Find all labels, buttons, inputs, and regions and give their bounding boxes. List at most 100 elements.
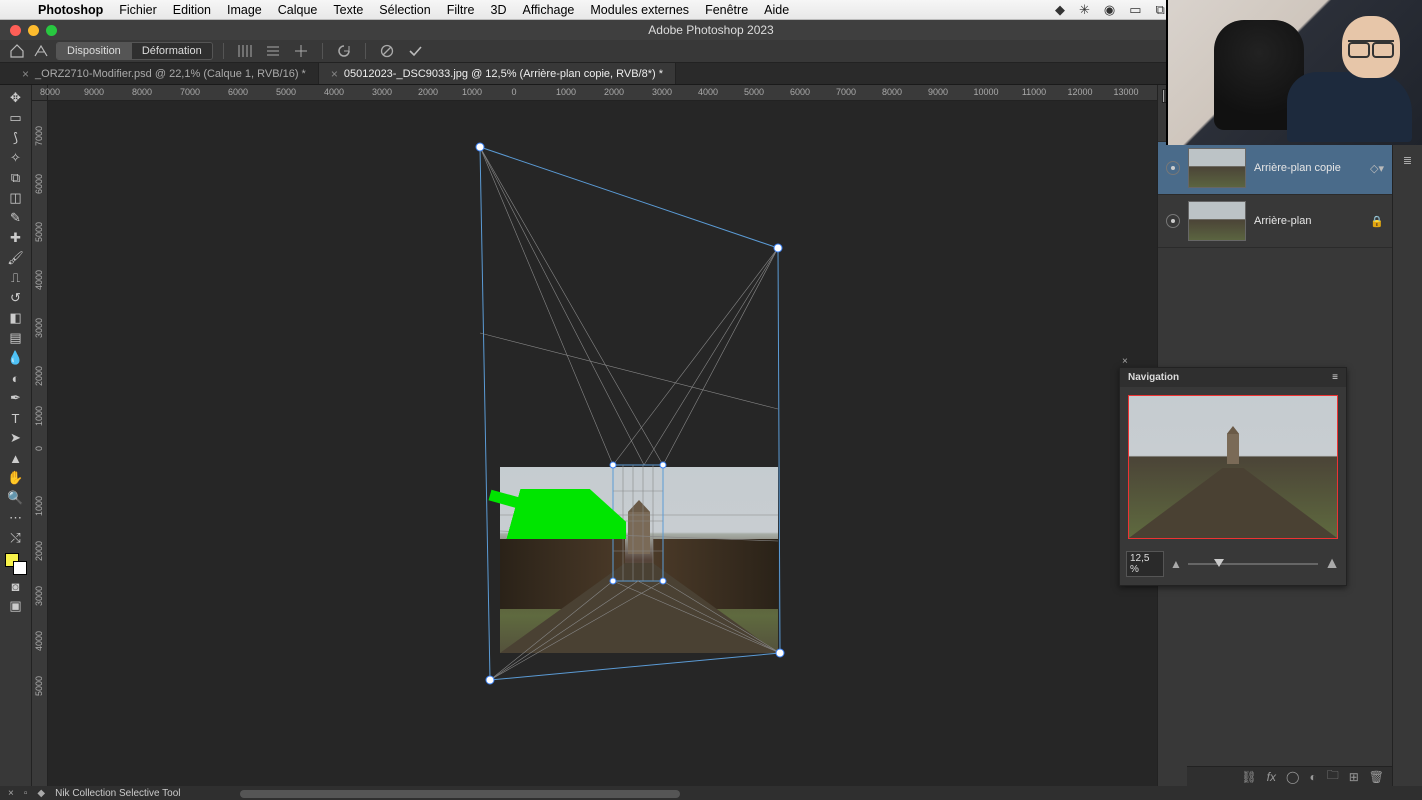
commit-transform-icon[interactable] [404, 42, 426, 60]
eraser-tool-icon[interactable]: ◧ [4, 309, 28, 327]
panel-close-icon[interactable]: × [1122, 356, 1128, 367]
brush-tool-icon[interactable]: 🖌 [4, 249, 28, 267]
document-tab[interactable]: × 05012023-_DSC9033.jpg @ 12,5% (Arrière… [319, 63, 676, 84]
tray-icon[interactable]: ✳ [1079, 2, 1090, 18]
document-image[interactable] [500, 467, 778, 653]
nik-tool-label[interactable]: Nik Collection Selective Tool [55, 788, 180, 799]
tray-icon[interactable]: ▭ [1129, 2, 1141, 18]
history-brush-icon[interactable]: ↺ [4, 289, 28, 307]
zoom-value-input[interactable]: 12,5 % [1126, 551, 1164, 577]
group-icon[interactable]: 🗀 [1327, 766, 1339, 787]
hand-tool-icon[interactable]: ✋ [4, 469, 28, 487]
screenmode-icon[interactable]: ▣ [4, 597, 28, 615]
close-tab-icon[interactable]: × [22, 67, 29, 81]
layer-row[interactable]: Arrière-plan 🔒 [1158, 195, 1392, 248]
mode-deformation-button[interactable]: Déformation [132, 43, 212, 59]
menu-calque[interactable]: Calque [270, 3, 326, 17]
new-layer-icon[interactable]: ⊞ [1349, 770, 1359, 784]
visibility-toggle-icon[interactable] [1166, 161, 1180, 175]
tray-icon[interactable]: ◉ [1104, 2, 1115, 18]
layers-footer: ⛓ fx ◯ ◐ 🗀 ⊞ 🗑 [1187, 766, 1392, 786]
layer-name[interactable]: Arrière-plan [1254, 215, 1362, 227]
eyedropper-tool-icon[interactable]: ✎ [4, 209, 28, 227]
collapsed-panel-dock: ◆ ⬚ ≣ [1392, 85, 1422, 786]
layer-row[interactable]: Arrière-plan copie ◇▾ [1158, 142, 1392, 195]
smartobject-icon: ◇▾ [1370, 162, 1384, 175]
ruler-vertical[interactable]: 0 7000 6000 5000 4000 3000 2000 1000 0 1… [32, 101, 48, 786]
marquee-tool-icon[interactable]: ▭ [4, 109, 28, 127]
fx-icon[interactable]: fx [1267, 770, 1276, 784]
menu-filtre[interactable]: Filtre [439, 3, 483, 17]
zoom-in-icon[interactable]: ▲ [1324, 555, 1340, 573]
background-color[interactable] [13, 561, 27, 575]
gradient-tool-icon[interactable]: ▤ [4, 329, 28, 347]
zoom-tool-icon[interactable]: 🔍 [4, 489, 28, 507]
pen-tool-icon[interactable]: ✒ [4, 389, 28, 407]
dodge-tool-icon[interactable]: ◐ [4, 369, 28, 387]
heal-tool-icon[interactable]: ✚ [4, 229, 28, 247]
grid-lines-icon[interactable] [262, 42, 284, 60]
grid-cross-icon[interactable] [290, 42, 312, 60]
zoom-slider-knob[interactable] [1214, 559, 1224, 567]
document-tab[interactable]: × _ORZ2710-Modifier.psd @ 22,1% (Calque … [10, 63, 319, 84]
close-tab-icon[interactable]: × [331, 67, 338, 81]
mode-disposition-button[interactable]: Disposition [57, 43, 132, 59]
shape-tool-icon[interactable]: ▲ [4, 449, 28, 467]
navigation-panel[interactable]: × Navigation ≡ 12,5 % ▲ ▲ [1119, 367, 1347, 586]
transform-tool-icon[interactable] [32, 42, 50, 60]
menu-3d[interactable]: 3D [483, 3, 515, 17]
menu-selection[interactable]: Sélection [371, 3, 438, 17]
delete-layer-icon[interactable]: 🗑 [1369, 770, 1384, 784]
expand-status-icon[interactable]: ▫ [24, 788, 28, 799]
navigator-thumbnail[interactable] [1128, 395, 1338, 539]
cancel-transform-icon[interactable] [376, 42, 398, 60]
menu-aide[interactable]: Aide [756, 3, 797, 17]
menu-modules[interactable]: Modules externes [582, 3, 697, 17]
link-layers-icon[interactable]: ⛓ [1241, 770, 1256, 784]
tools-panel: ✥ ▭ ⟆ ✧ ⧉ ◫ ✎ ✚ 🖌 ⎍ ↺ ◧ ▤ 💧 ◐ ✒ T ➤ ▲ ✋ … [0, 85, 32, 786]
color-chips[interactable] [5, 553, 27, 575]
stamp-tool-icon[interactable]: ⎍ [4, 269, 28, 287]
tray-icon[interactable]: ⧉ [1156, 2, 1165, 18]
layer-thumbnail[interactable] [1188, 201, 1246, 241]
blur-tool-icon[interactable]: 💧 [4, 349, 28, 367]
menu-image[interactable]: Image [219, 3, 270, 17]
panel-menu-icon[interactable]: ≡ [1332, 372, 1338, 383]
nik-indicator-icon: ◆ [37, 788, 45, 799]
menu-fenetre[interactable]: Fenêtre [697, 3, 756, 17]
canvas-area[interactable]: 8000 9000 8000 7000 6000 5000 4000 3000 … [32, 85, 1157, 786]
adjust-panel-icon[interactable]: ≣ [1399, 151, 1417, 169]
horizontal-scrollbar[interactable] [230, 789, 972, 799]
home-icon[interactable] [8, 42, 26, 60]
layer-name[interactable]: Arrière-plan copie [1254, 162, 1362, 174]
wand-tool-icon[interactable]: ✧ [4, 149, 28, 167]
zoom-slider-track[interactable] [1188, 563, 1318, 565]
visibility-toggle-icon[interactable] [1166, 214, 1180, 228]
lasso-tool-icon[interactable]: ⟆ [4, 129, 28, 147]
frame-tool-icon[interactable]: ◫ [4, 189, 28, 207]
crop-tool-icon[interactable]: ⧉ [4, 169, 28, 187]
swap-colors-icon[interactable]: ⤭ [4, 529, 28, 547]
app-menu[interactable]: Photoshop [30, 3, 111, 17]
layer-thumbnail[interactable] [1188, 148, 1246, 188]
zoom-out-icon[interactable]: ▲ [1170, 557, 1182, 571]
mask-icon[interactable]: ◯ [1286, 770, 1299, 784]
status-bar: × ▫ ◆ Nik Collection Selective Tool [0, 786, 1422, 800]
move-tool-icon[interactable]: ✥ [4, 89, 28, 107]
tray-icon[interactable]: ◆ [1055, 2, 1065, 18]
quickmask-icon[interactable]: ◙ [4, 577, 28, 595]
menu-edition[interactable]: Edition [165, 3, 219, 17]
adjustment-icon[interactable]: ◐ [1309, 770, 1316, 784]
path-select-icon[interactable]: ➤ [4, 429, 28, 447]
canvas-stage[interactable] [48, 101, 1157, 786]
grid-density-icon[interactable] [234, 42, 256, 60]
type-tool-icon[interactable]: T [4, 409, 28, 427]
close-status-icon[interactable]: × [8, 788, 14, 799]
edit-toolbar-icon[interactable]: ⋯ [4, 509, 28, 527]
lock-icon: 🔒 [1370, 215, 1384, 228]
reset-icon[interactable] [333, 42, 355, 60]
ruler-horizontal[interactable]: 8000 9000 8000 7000 6000 5000 4000 3000 … [48, 85, 1157, 101]
menu-affichage[interactable]: Affichage [514, 3, 582, 17]
menu-texte[interactable]: Texte [325, 3, 371, 17]
menu-fichier[interactable]: Fichier [111, 3, 165, 17]
